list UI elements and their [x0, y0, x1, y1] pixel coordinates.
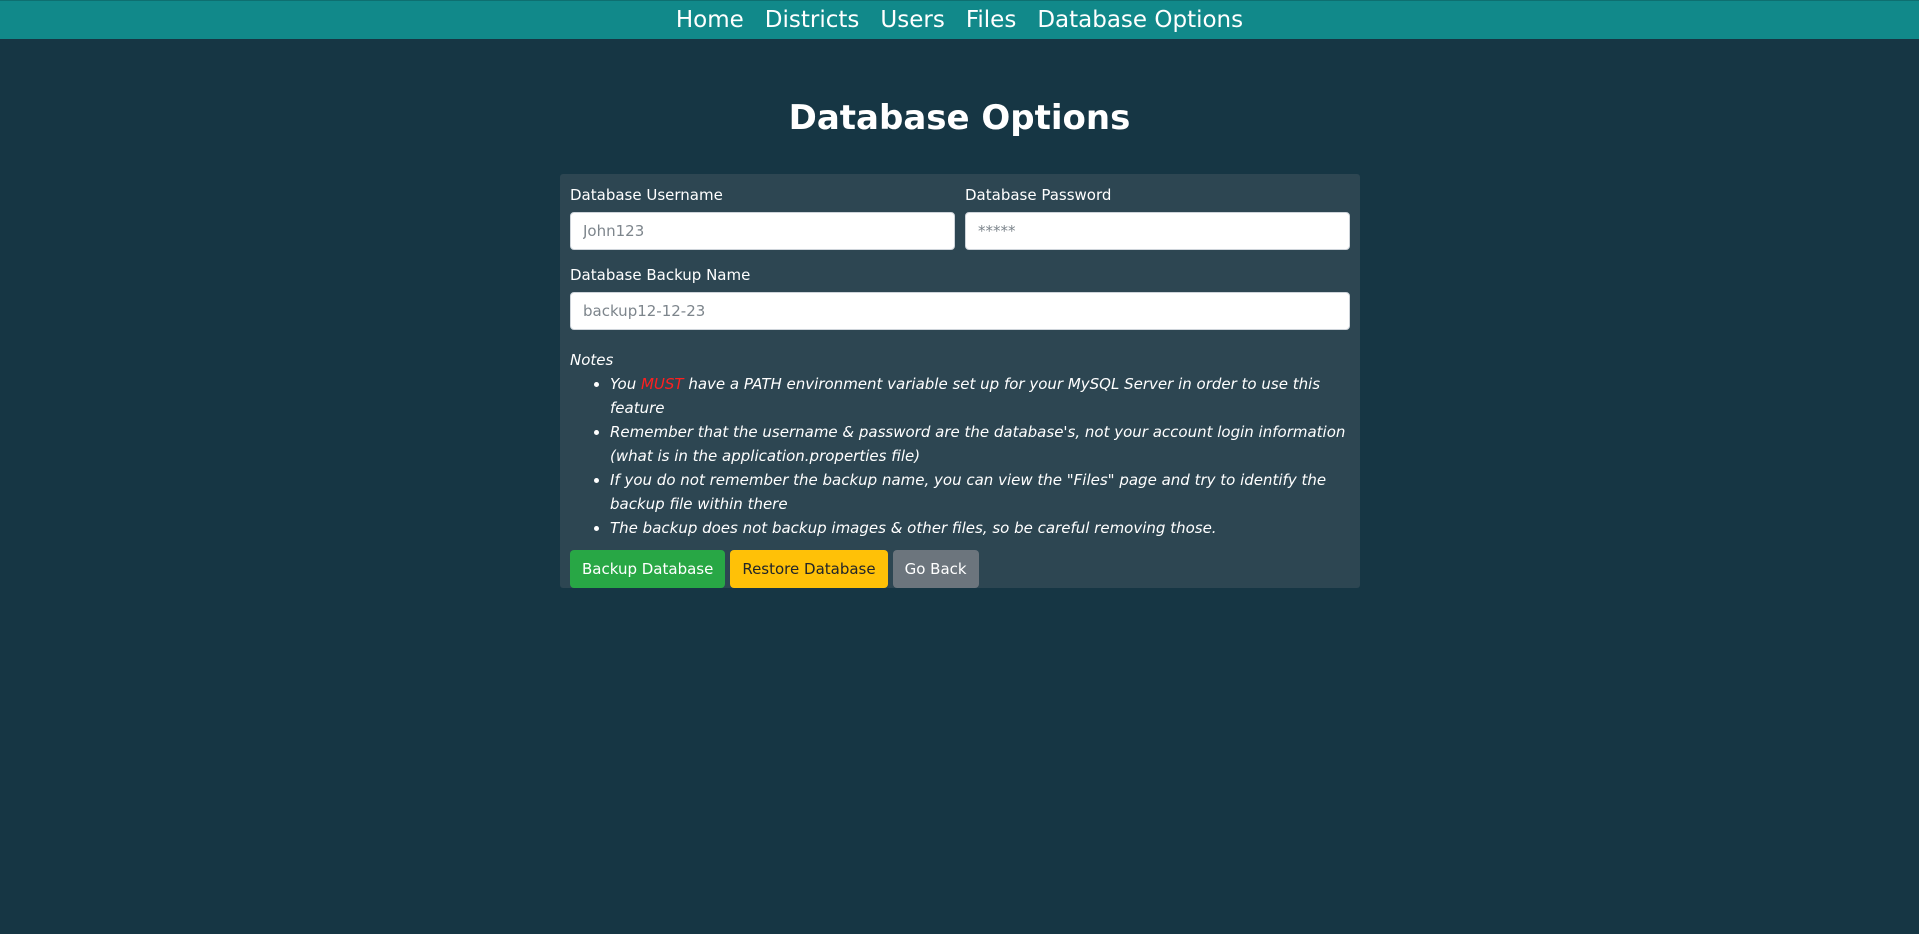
- nav-districts-link[interactable]: Districts: [765, 1, 860, 39]
- note-item: You MUST have a PATH environment variabl…: [610, 372, 1350, 420]
- note1-emphasis: MUST: [640, 375, 684, 393]
- action-buttons: Backup Database Restore Database Go Back: [570, 550, 1350, 588]
- credentials-row: Database Username Database Password: [570, 184, 1350, 250]
- go-back-button[interactable]: Go Back: [892, 550, 979, 588]
- username-input[interactable]: [570, 212, 955, 250]
- username-label: Database Username: [570, 186, 723, 204]
- backup-database-button[interactable]: Backup Database: [570, 550, 726, 588]
- note-item: If you do not remember the backup name, …: [610, 468, 1350, 516]
- page-title: Database Options: [788, 98, 1131, 138]
- note-item: Remember that the username & password ar…: [610, 420, 1350, 468]
- nav-users-link[interactable]: Users: [880, 1, 944, 39]
- password-label: Database Password: [965, 186, 1112, 204]
- notes-title: Notes: [570, 351, 614, 369]
- backup-name-input[interactable]: [570, 292, 1350, 330]
- note1-prefix: You: [610, 375, 641, 393]
- top-navbar: Home Districts Users Files Database Opti…: [0, 0, 1919, 39]
- username-field-group: Database Username: [570, 184, 955, 250]
- password-field-group: Database Password: [965, 184, 1350, 250]
- backup-name-label: Database Backup Name: [570, 266, 751, 284]
- note1-suffix: have a PATH environment variable set up …: [610, 375, 1321, 417]
- nav-database-options-link[interactable]: Database Options: [1037, 1, 1243, 39]
- field-spacer: [570, 250, 1350, 264]
- nav-files-link[interactable]: Files: [966, 1, 1016, 39]
- note-item: The backup does not backup images & othe…: [610, 516, 1350, 540]
- backup-name-field-group: Database Backup Name: [570, 264, 1350, 330]
- notes-list: You MUST have a PATH environment variabl…: [570, 372, 1350, 540]
- nav-home-link[interactable]: Home: [676, 1, 744, 39]
- password-input[interactable]: [965, 212, 1350, 250]
- restore-database-button[interactable]: Restore Database: [730, 550, 888, 588]
- database-options-card: Database Username Database Password Data…: [560, 174, 1360, 588]
